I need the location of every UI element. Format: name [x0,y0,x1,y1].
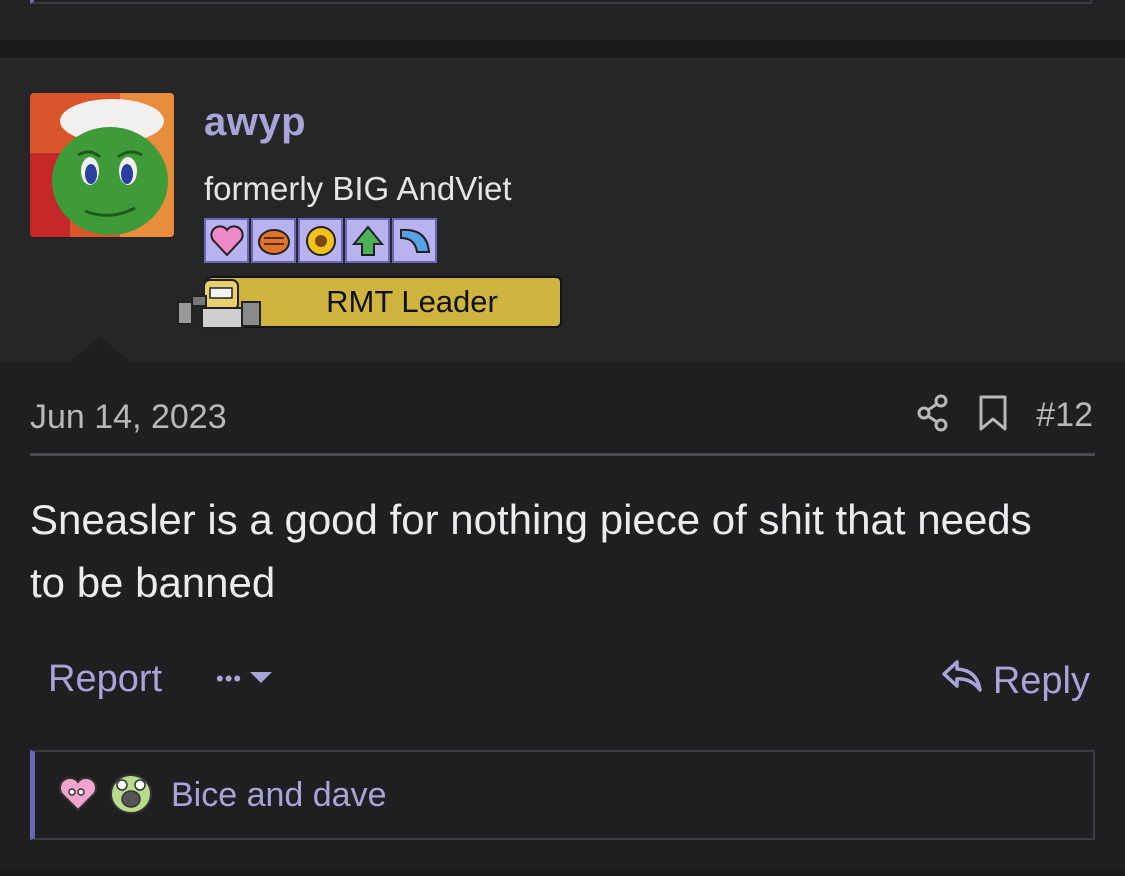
post-number[interactable]: #12 [1036,396,1093,435]
user-title: formerly BIG AndViet [204,170,512,207]
chevron-down-icon [248,669,274,690]
leaf-badge-icon [345,218,390,263]
reply-button[interactable]: Reply [941,658,1090,704]
more-dots-icon: ••• [216,666,243,691]
baseball-glove-badge-icon [251,218,296,263]
bookmark-icon[interactable] [978,394,1008,437]
share-icon[interactable] [916,394,950,437]
page: awyp formerly BIG AndViet RMT Leader Jun… [0,0,1125,876]
shocked-reaction-icon [107,770,155,821]
wing-badge-icon [392,218,437,263]
role-label: RMT Leader [326,284,498,319]
sunflower-badge-icon [298,218,343,263]
avatar[interactable] [30,93,174,237]
meta-divider [30,453,1095,456]
post-date[interactable]: Jun 14, 2023 [30,398,227,437]
message: awyp formerly BIG AndViet RMT Leader Jun… [0,58,1125,870]
user-block-arrow [70,336,130,362]
previous-reactions-bar[interactable] [30,0,1092,4]
robot-sprite-icon [174,272,266,334]
badge-row [204,218,439,263]
report-link[interactable]: Report [48,658,162,701]
previous-post [0,0,1125,40]
more-options-button[interactable]: ••• [216,666,274,692]
reactions-bar[interactable]: Bice and dave [30,750,1095,840]
heart-badge-icon [204,218,249,263]
love-reaction-icon [57,772,99,819]
reaction-users[interactable]: Bice and dave [171,776,387,815]
post-meta-actions: #12 [916,394,1093,437]
user-block: awyp formerly BIG AndViet RMT Leader [0,60,1125,362]
reply-label: Reply [992,659,1090,702]
username[interactable]: awyp [204,100,306,145]
reply-icon [941,658,983,704]
post-body: Sneasler is a good for nothing piece of … [30,496,1032,606]
